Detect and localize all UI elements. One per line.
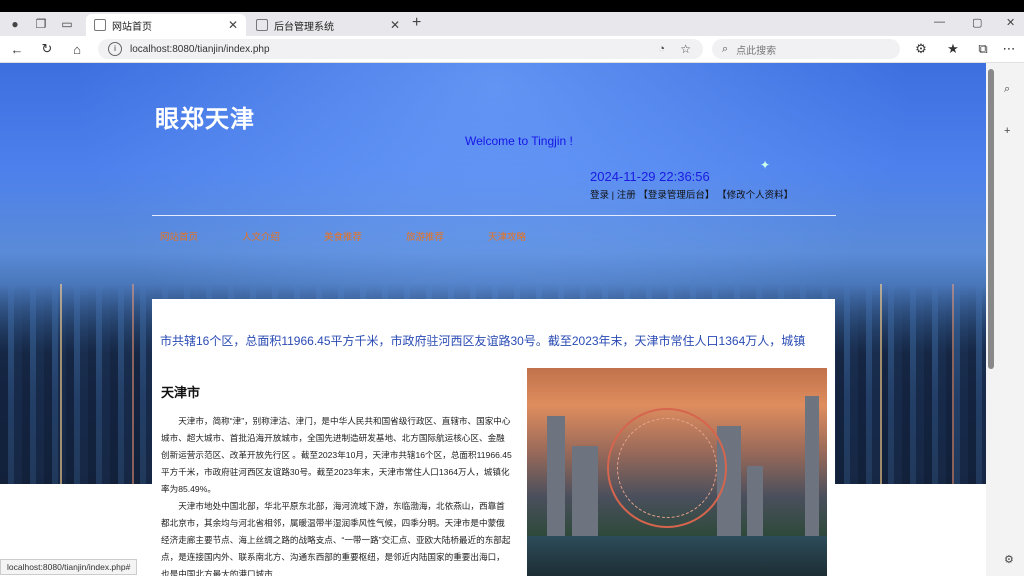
address-toolbar: ← ↻ ⌂ i localhost:8080/tianjin/index.php… bbox=[0, 36, 1024, 63]
read-aloud-icon[interactable]: ◔ bbox=[658, 43, 665, 55]
search-icon[interactable]: ⌕ bbox=[1004, 83, 1010, 96]
nav-home[interactable]: 网站首页 bbox=[160, 229, 242, 243]
search-box[interactable]: ⌕ 点此搜索 bbox=[712, 39, 900, 59]
settings-icon[interactable]: ⚙ bbox=[1004, 553, 1014, 566]
add-icon[interactable]: + bbox=[1004, 125, 1010, 137]
nav-food[interactable]: 美食推荐 bbox=[324, 229, 406, 243]
search-placeholder[interactable]: 点此搜索 bbox=[736, 42, 776, 57]
tianjin-eye-photo bbox=[527, 368, 827, 576]
page-scrollbar[interactable] bbox=[988, 69, 994, 369]
status-url: localhost:8080/tianjin/index.php# bbox=[0, 559, 138, 575]
section-title: 天津市 bbox=[161, 385, 201, 400]
browser-window: ● ❐ ▭ 网站首页 ✕ 后台管理系统 ✕ + — ▢ ✕ ← ↻ ⌂ i lo… bbox=[0, 12, 1024, 576]
tab-strip: ● ❐ ▭ 网站首页 ✕ 后台管理系统 ✕ + — ▢ ✕ bbox=[0, 12, 1024, 36]
site-logo[interactable]: 眼郑天津 bbox=[155, 99, 255, 134]
paragraph: 天津市地处中国北部，华北平原东北部，海河流域下游，东临渤海，北依燕山，西靠首都北… bbox=[161, 501, 511, 576]
new-tab-icon[interactable]: + bbox=[412, 14, 421, 32]
collections-icon[interactable]: ⧉ bbox=[974, 40, 992, 58]
building-shape bbox=[747, 466, 763, 536]
extensions-icon[interactable]: ⚙ bbox=[912, 40, 930, 58]
link-separator: | bbox=[609, 190, 617, 201]
datetime-display: 2024-11-29 22:36:56 bbox=[590, 169, 710, 184]
back-icon[interactable]: ← bbox=[8, 40, 26, 58]
address-text[interactable]: localhost:8080/tianjin/index.php bbox=[130, 44, 270, 55]
browser-sidebar: ⌕ + ⚙ bbox=[986, 63, 1024, 576]
more-icon[interactable]: ⋯ bbox=[1000, 40, 1018, 58]
main-nav: 网站首页 人文介绍 美食推荐 旅游推荐 天津攻略 bbox=[160, 229, 570, 243]
favorites-icon[interactable]: ★ bbox=[944, 40, 962, 58]
login-link[interactable]: 登录 bbox=[590, 190, 609, 201]
nav-culture[interactable]: 人文介绍 bbox=[242, 229, 324, 243]
page-icon bbox=[94, 19, 106, 31]
admin-login-link[interactable]: 【登录管理后台】 bbox=[638, 190, 714, 201]
page-icon bbox=[256, 19, 268, 31]
road-light-decor bbox=[60, 284, 134, 484]
building-shape bbox=[572, 446, 598, 536]
building-shape bbox=[547, 416, 565, 536]
close-icon[interactable]: ✕ bbox=[388, 18, 402, 32]
workspaces-icon[interactable]: ❐ bbox=[32, 15, 50, 33]
scrolling-marquee: 市共辖16个区，总面积11966.45平方千米，市政府驻河西区友谊路30号。截至… bbox=[160, 334, 806, 348]
edit-profile-link[interactable]: 【修改个人资料】 bbox=[717, 190, 793, 201]
ferris-wheel-spokes bbox=[617, 418, 717, 518]
tab-admin[interactable]: 后台管理系统 ✕ bbox=[248, 14, 408, 36]
intro-text: 天津市，简称“津”，别称津沽、津门，是中华人民共和国省级行政区、直辖市、国家中心… bbox=[161, 413, 513, 576]
minimize-icon[interactable]: — bbox=[934, 16, 945, 28]
register-link[interactable]: 注册 bbox=[617, 190, 636, 201]
nav-guide[interactable]: 天津攻略 bbox=[488, 229, 570, 243]
search-icon: ⌕ bbox=[722, 42, 729, 55]
road-light-decor bbox=[880, 284, 954, 484]
profile-icon[interactable]: ● bbox=[6, 15, 24, 33]
tab-actions-icon[interactable]: ▭ bbox=[58, 15, 76, 33]
address-bar[interactable]: i localhost:8080/tianjin/index.php ◔ ☆ bbox=[98, 39, 703, 59]
header-divider bbox=[152, 215, 836, 216]
info-icon[interactable]: i bbox=[108, 42, 122, 56]
close-icon[interactable]: ✕ bbox=[226, 18, 240, 32]
tab-title: 网站首页 bbox=[112, 21, 152, 33]
favorite-star-icon[interactable]: ☆ bbox=[680, 42, 691, 56]
tab-home[interactable]: 网站首页 ✕ bbox=[86, 14, 246, 36]
welcome-text: Welcome to Tingjin ! bbox=[465, 134, 573, 148]
building-shape bbox=[805, 396, 819, 536]
nav-travel[interactable]: 旅游推荐 bbox=[406, 229, 488, 243]
main-content: 市共辖16个区，总面积11966.45平方千米，市政府驻河西区友谊路30号。截至… bbox=[152, 299, 835, 576]
bird-icon: ✦ bbox=[760, 158, 771, 172]
user-links: 登录 | 注册 【登录管理后台】 【修改个人资料】 bbox=[590, 187, 793, 201]
window-close-icon[interactable]: ✕ bbox=[1006, 16, 1015, 29]
maximize-icon[interactable]: ▢ bbox=[972, 16, 982, 29]
home-icon[interactable]: ⌂ bbox=[68, 40, 86, 58]
paragraph: 天津市，简称“津”，别称津沽、津门，是中华人民共和国省级行政区、直辖市、国家中心… bbox=[161, 416, 512, 494]
tab-title: 后台管理系统 bbox=[274, 21, 334, 33]
page-viewport: 眼郑天津 Welcome to Tingjin ! ✦ 2024-11-29 2… bbox=[0, 63, 986, 576]
refresh-icon[interactable]: ↻ bbox=[38, 40, 56, 58]
river-shape bbox=[527, 536, 827, 576]
